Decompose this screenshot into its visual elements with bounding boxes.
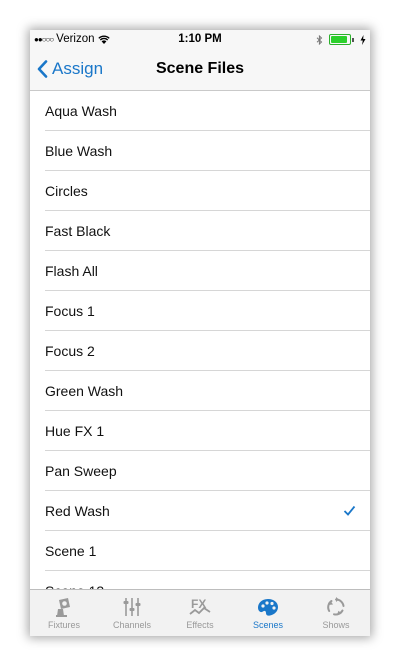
bluetooth-icon	[316, 34, 323, 45]
sliders-icon	[123, 598, 141, 616]
list-item[interactable]: Flash All	[30, 251, 370, 291]
list-item[interactable]: Blue Wash	[30, 131, 370, 171]
list-item-label: Scene 1	[45, 543, 97, 559]
tab-fixtures[interactable]: Fixtures	[34, 593, 94, 635]
list-item[interactable]: Green Wash	[30, 371, 370, 411]
list-item-label: Pan Sweep	[45, 463, 117, 479]
page-title: Scene Files	[155, 60, 245, 77]
phone-screen: ●●○○○ Verizon 1:10 PM Assign Scene Files…	[30, 30, 370, 636]
list-item[interactable]: Aqua Wash	[30, 91, 370, 131]
fx-icon: FX	[189, 597, 211, 615]
tab-label: Shows	[322, 620, 350, 630]
checkmark-icon	[343, 505, 356, 516]
list-item-label: Aqua Wash	[45, 103, 117, 119]
status-bar: ●●○○○ Verizon 1:10 PM	[30, 30, 370, 50]
list-item[interactable]: Red Wash	[30, 491, 370, 531]
battery-tip	[352, 37, 354, 42]
status-right	[316, 34, 366, 45]
tab-label: Fixtures	[47, 620, 80, 630]
list-item-label: Red Wash	[45, 503, 110, 519]
tab-label: Effects	[186, 620, 214, 630]
list-item[interactable]: Hue FX 1	[30, 411, 370, 451]
tab-shows[interactable]: Shows	[306, 593, 366, 635]
tab-channels[interactable]: Channels	[102, 593, 162, 635]
tab-bar: Fixtures Channels FX Effects Scenes Show…	[30, 589, 370, 636]
list-item[interactable]: Scene 1	[30, 531, 370, 571]
tab-scenes[interactable]: Scenes	[238, 593, 298, 635]
list-item[interactable]: Circles	[30, 171, 370, 211]
battery-icon	[329, 34, 351, 45]
tab-label: Channels	[112, 620, 152, 630]
list-item[interactable]: Focus 1	[30, 291, 370, 331]
list-item-label: Fast Black	[45, 223, 111, 239]
charging-bolt-icon	[360, 34, 366, 45]
list-item-label: Flash All	[45, 263, 98, 279]
fixture-icon	[56, 598, 70, 617]
list-item-label: Blue Wash	[45, 143, 113, 159]
list-item-label: Hue FX 1	[45, 423, 105, 439]
navigation-bar: Assign Scene Files	[30, 50, 370, 91]
cycle-icon	[327, 597, 345, 616]
list-item-label: Green Wash	[45, 383, 124, 399]
tab-effects[interactable]: FX Effects	[170, 593, 230, 635]
list-item[interactable]: Fast Black	[30, 211, 370, 251]
list-item-label: Focus 2	[45, 343, 95, 359]
list-item[interactable]: Pan Sweep	[30, 451, 370, 491]
palette-icon	[258, 599, 278, 616]
list-item[interactable]: Scene 13	[30, 571, 370, 591]
list-item-label: Circles	[45, 183, 88, 199]
list-item[interactable]: Focus 2	[30, 331, 370, 371]
battery-fill	[331, 36, 347, 43]
list-item-label: Focus 1	[45, 303, 95, 319]
scene-list: Aqua Wash Blue Wash Circles Fast Black Flash…	[30, 91, 370, 591]
tab-label: Scenes	[252, 620, 284, 630]
